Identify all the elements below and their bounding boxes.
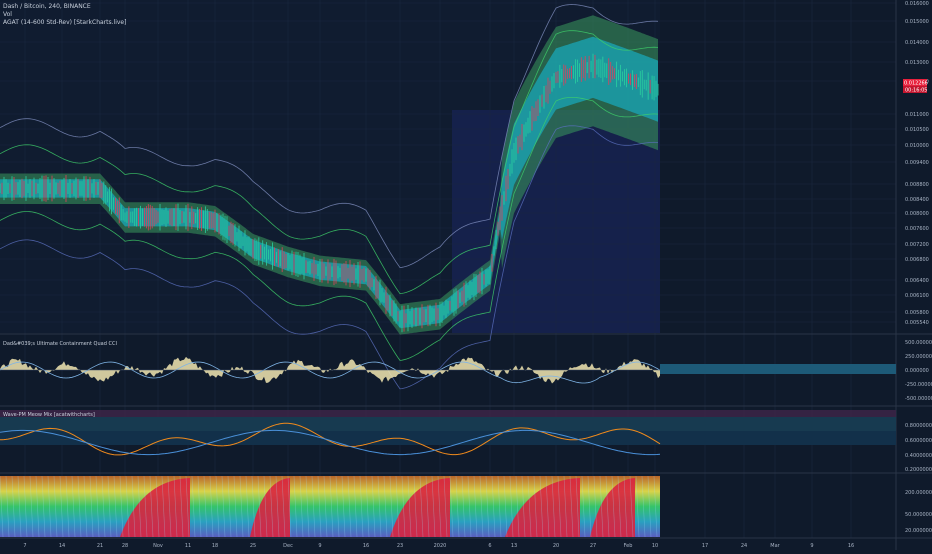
- price-tick-label: 0.011000: [905, 112, 929, 118]
- chart-canvas[interactable]: Dad&#039;s Ultimate Containment Quad CCI…: [0, 0, 932, 550]
- time-tick-label: 9: [810, 543, 813, 549]
- time-tick-label: 9: [318, 543, 321, 549]
- legend-symbol[interactable]: Dash / Bitcoin, 240, BINANCE: [3, 3, 91, 10]
- time-tick-label: 24: [741, 543, 747, 549]
- time-tick-label: 28: [122, 543, 128, 549]
- countdown-value: 00:16:05: [905, 88, 927, 94]
- time-tick-label: 25: [250, 543, 256, 549]
- heat-tick-label: 200.000000: [905, 490, 932, 496]
- time-tick-label: 18: [212, 543, 218, 549]
- time-tick-label: 14: [59, 543, 65, 549]
- wave-tick-label: 0.2000000: [905, 467, 932, 473]
- price-tick-label: 0.010500: [905, 127, 929, 133]
- time-tick-label: 16: [363, 543, 369, 549]
- wave-tick-label: 0.4000000: [905, 453, 932, 459]
- time-tick-label: 17: [702, 543, 708, 549]
- price-tick-label: 0.007200: [905, 242, 929, 248]
- price-tick-label: 0.008000: [905, 211, 929, 217]
- legend-agat[interactable]: AGAT (14-600 Std-Rev) [StarkCharts.live]: [3, 19, 126, 26]
- time-tick-label: 20: [553, 543, 559, 549]
- price-tick-label: 0.013000: [905, 60, 929, 66]
- price-tick-label: 0.006400: [905, 278, 929, 284]
- wave-zone-top: [0, 410, 896, 417]
- time-tick-label: 11: [185, 543, 191, 549]
- time-tick-label: Mar: [770, 543, 780, 549]
- wave-tick-label: 0.8000000: [905, 423, 932, 429]
- time-tick-label: Dec: [283, 543, 293, 549]
- wave-panel-title: Wave-PM Meow Mix [acatwithcharts]: [3, 412, 95, 418]
- price-tick-label: 0.006800: [905, 257, 929, 263]
- price-tick-label: 0.006100: [905, 293, 929, 299]
- time-tick-label: 10: [652, 543, 658, 549]
- wave-zone-mid: [0, 431, 896, 445]
- legend-volume[interactable]: Vol: [3, 11, 12, 18]
- price-tick-label: 0.007600: [905, 226, 929, 232]
- time-tick-label: 6: [488, 543, 491, 549]
- cci-zone-right: [660, 364, 896, 374]
- price-tick-label: 0.010000: [905, 143, 929, 149]
- cci-tick-label: 250.000000: [905, 354, 932, 360]
- price-tick-label: 0.009400: [905, 160, 929, 166]
- cci-panel-title: Dad&#039;s Ultimate Containment Quad CCI: [3, 341, 117, 347]
- price-tick-label: 0.014000: [905, 40, 929, 46]
- time-tick-label: 23: [397, 543, 403, 549]
- wave-tick-label: 0.6000000: [905, 438, 932, 444]
- wave-zone-upper: [0, 417, 896, 431]
- cci-tick-label: 500.000000: [905, 340, 932, 346]
- price-tick-label: 0.005540: [905, 320, 929, 326]
- time-tick-label: 16: [848, 543, 854, 549]
- cci-tick-label: 0.000000: [905, 368, 929, 374]
- time-tick-label: 2020: [434, 543, 447, 549]
- time-tick-label: Feb: [624, 543, 633, 549]
- time-tick-label: 7: [23, 543, 26, 549]
- time-tick-label: 13: [511, 543, 517, 549]
- time-tick-label: 27: [590, 543, 596, 549]
- price-tick-label: 0.015000: [905, 19, 929, 25]
- price-tick-label: 0.005800: [905, 310, 929, 316]
- time-tick-label: 21: [97, 543, 103, 549]
- price-tick-label: 0.008800: [905, 182, 929, 188]
- cci-tick-label: -250.000000: [905, 382, 932, 388]
- price-tick-label: 0.008400: [905, 197, 929, 203]
- time-tick-label: Nov: [153, 543, 163, 549]
- heat-tick-label: 50.000000: [905, 512, 932, 518]
- heat-tick-label: 20.000000: [905, 528, 932, 534]
- chart-root: Dad&#039;s Ultimate Containment Quad CCI…: [0, 0, 932, 550]
- price-tick-label: 0.016000: [905, 1, 929, 7]
- last-price-value: 0.012266: [904, 81, 928, 87]
- cci-tick-label: -500.000000: [905, 396, 932, 402]
